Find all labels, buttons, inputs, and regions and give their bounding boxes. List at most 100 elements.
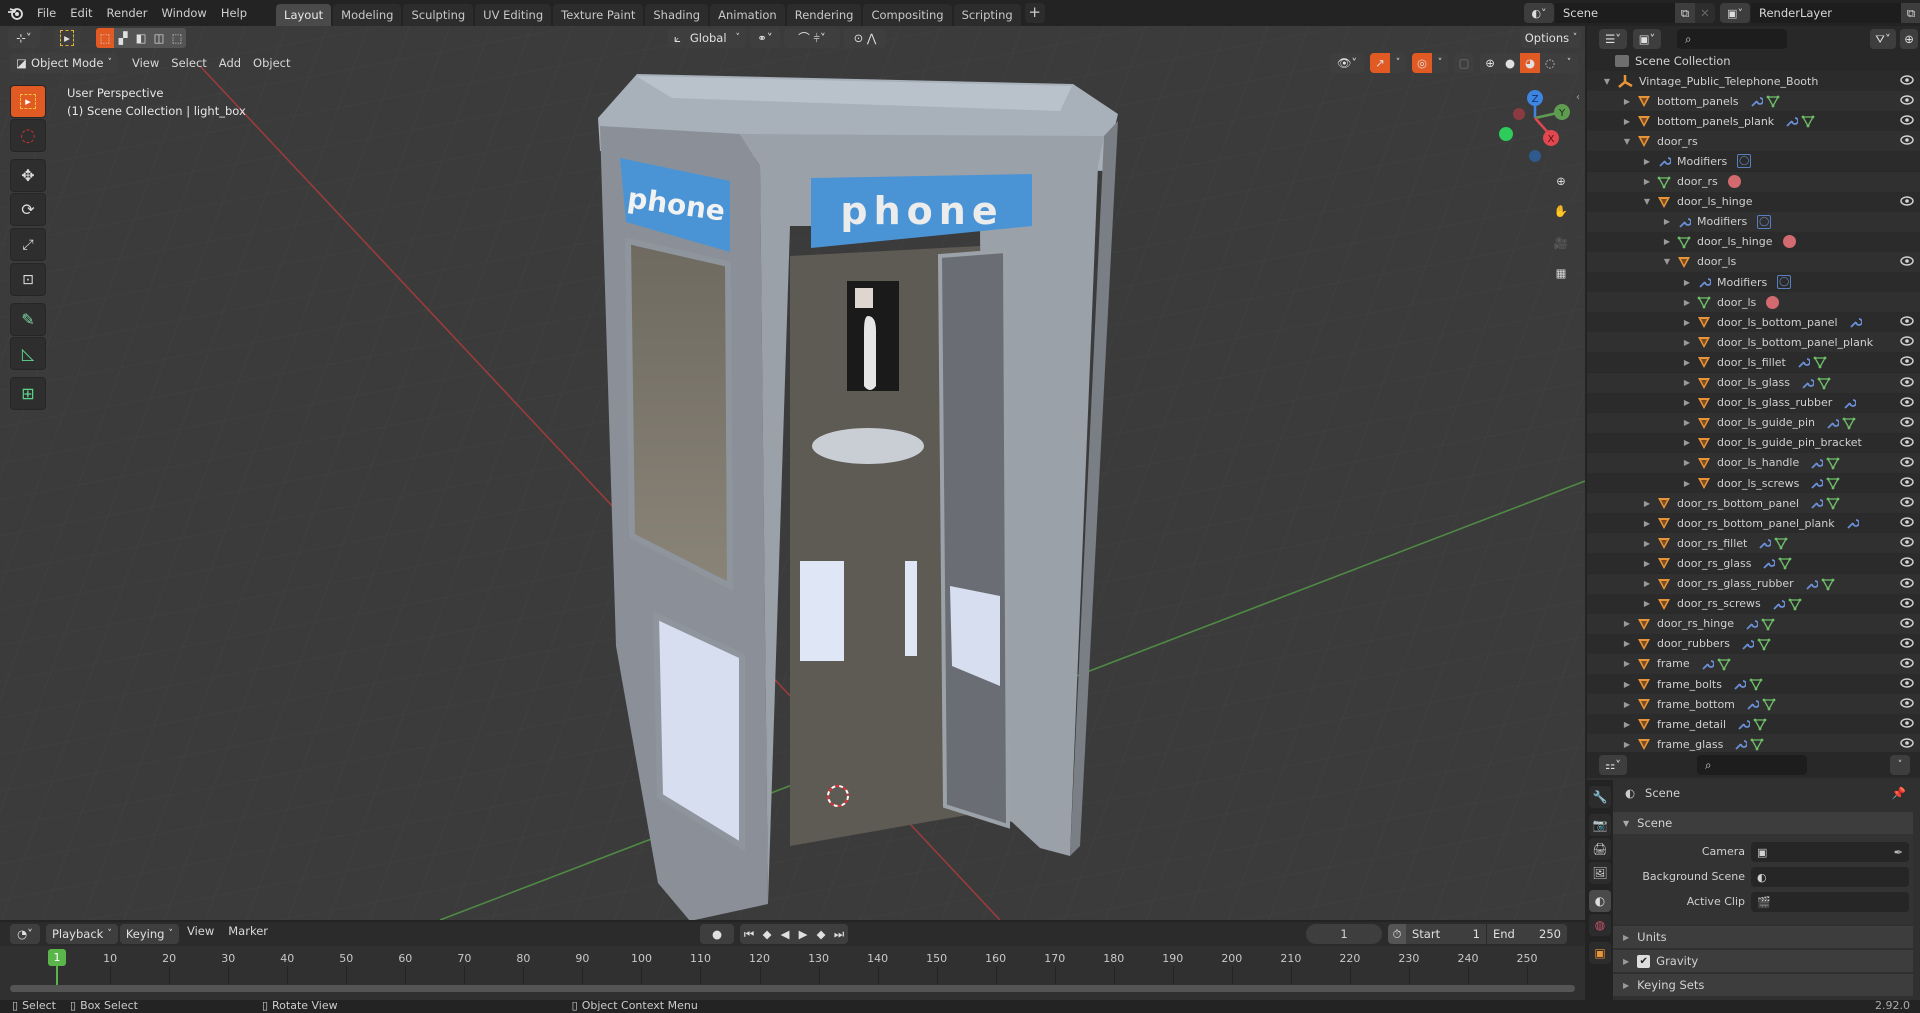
visibility-eye-icon[interactable] (1900, 517, 1914, 529)
outliner-row[interactable]: ▼ door_rs (1587, 131, 1920, 152)
viewport-menu-object[interactable]: Object (247, 56, 296, 70)
shading-dropdown-icon[interactable]: ˅ (1560, 53, 1578, 73)
expand-triangle-icon[interactable]: ▶ (1681, 318, 1693, 327)
filter-view-icon[interactable]: ▣˅ (1633, 29, 1661, 49)
editor-type-icon[interactable]: ⚏˅ (1599, 755, 1627, 775)
expand-triangle-icon[interactable]: ▶ (1621, 680, 1633, 689)
display-mode-icon[interactable]: ☰˅ (1599, 29, 1627, 49)
mesh-data-icon[interactable] (1817, 376, 1831, 390)
modifier-wrench-icon[interactable] (1842, 396, 1857, 410)
play-icon[interactable]: ▶ (794, 924, 812, 944)
telephone-booth-model[interactable]: phone phone (598, 74, 1118, 920)
timeline-menu-keying[interactable]: Keying ˅ (119, 924, 179, 944)
modifier-wrench-icon[interactable] (1733, 737, 1748, 751)
properties-tab-tool[interactable]: 🔧 (1589, 786, 1611, 808)
modifier-wrench-icon[interactable] (1745, 697, 1759, 711)
outliner-row[interactable]: ▶ door_ls_handle (1587, 452, 1920, 473)
modifier-wrench-icon[interactable] (1749, 94, 1763, 108)
visibility-eye-icon[interactable] (1900, 678, 1914, 690)
outliner-row[interactable]: ▶ door_rs_bottom_panel_plank (1587, 513, 1920, 534)
properties-tab-scene[interactable]: ◐ (1589, 890, 1611, 912)
expand-triangle-icon[interactable]: ▶ (1681, 438, 1693, 447)
tab-compositing[interactable]: Compositing (863, 4, 952, 26)
next-keyframe-icon[interactable]: ◆ (812, 924, 830, 944)
solid-shading-icon[interactable]: ● (1500, 53, 1520, 73)
outliner-row[interactable]: ▶ frame (1587, 653, 1920, 674)
start-frame-field[interactable]: Start 1 (1406, 924, 1486, 944)
playhead-frame-badge[interactable]: 1 (48, 949, 66, 966)
visibility-eye-icon[interactable] (1900, 457, 1914, 469)
tool-select-box[interactable]: ▸ (10, 85, 46, 118)
modifier-wrench-icon[interactable] (1736, 717, 1751, 731)
outliner-row[interactable]: ▶ door_ls_screws (1587, 473, 1920, 493)
gizmo-neg-y[interactable] (1499, 127, 1513, 141)
delete-scene-icon[interactable]: ✕ (1695, 3, 1715, 23)
visibility-icon[interactable]: 👁˅ (1330, 53, 1364, 73)
visibility-eye-icon[interactable] (1900, 195, 1914, 208)
rendered-shading-icon[interactable]: ◌ (1540, 53, 1560, 73)
wireframe-shading-icon[interactable]: ⊕ (1480, 53, 1500, 73)
properties-tab-output[interactable]: 🖨 (1589, 838, 1611, 860)
outliner-row[interactable]: ▶ door_rs_glass_rubber (1587, 573, 1920, 594)
expand-triangle-icon[interactable]: ▶ (1621, 639, 1633, 648)
visibility-eye-icon[interactable] (1900, 135, 1914, 147)
new-collection-icon[interactable]: ⊕ (1900, 29, 1918, 49)
modifier-wrench-icon[interactable] (1761, 556, 1776, 570)
select-subtract-icon[interactable]: ◧ (132, 28, 150, 48)
visibility-eye-icon[interactable] (1900, 557, 1914, 569)
tab-animation[interactable]: Animation (710, 4, 785, 26)
outliner-row[interactable]: ▶ frame_bottom (1587, 694, 1920, 715)
visibility-eye-icon[interactable] (1900, 376, 1914, 389)
expand-triangle-icon[interactable]: ▶ (1621, 97, 1633, 106)
expand-triangle-icon[interactable]: ▶ (1641, 579, 1653, 588)
modifier-wrench-icon[interactable] (1845, 516, 1859, 530)
menu-help[interactable]: Help (214, 6, 254, 20)
menu-window[interactable]: Window (154, 6, 213, 20)
viewport-menu-add[interactable]: Add (213, 56, 247, 70)
tab-shading[interactable]: Shading (645, 4, 709, 26)
expand-triangle-icon[interactable]: ▶ (1641, 599, 1653, 608)
proportional-edit-icon[interactable]: ⊙ ⋀ (844, 28, 886, 48)
outliner-row[interactable]: ▶ frame_detail (1587, 714, 1920, 735)
modifier-wrench-icon[interactable] (1809, 496, 1824, 510)
end-frame-field[interactable]: End 250 (1487, 924, 1567, 944)
expand-triangle-icon[interactable]: ▶ (1621, 700, 1633, 709)
properties-tab-object[interactable]: ▣ (1589, 942, 1611, 964)
material-preview-shading-icon[interactable]: ◕ (1520, 53, 1540, 73)
material-icon[interactable] (1782, 235, 1796, 249)
outliner-row[interactable]: ▶ bottom_panels_plank (1587, 111, 1920, 132)
modifier-wrench-icon[interactable] (1825, 416, 1840, 430)
expand-triangle-icon[interactable]: ▶ (1661, 237, 1673, 246)
modifier-wrench-icon[interactable] (1700, 657, 1714, 671)
outliner-row[interactable]: ▶ door_ls_guide_pin_bracket (1587, 432, 1920, 453)
tab-scripting[interactable]: Scripting (953, 4, 1021, 26)
eyedropper-icon[interactable]: ✒ (1894, 846, 1903, 859)
property-field-background-scene[interactable]: ◐ (1751, 867, 1909, 887)
stopwatch-icon[interactable]: ⏱ (1388, 924, 1406, 944)
tab-layout[interactable]: Layout (276, 4, 332, 26)
visibility-eye-icon[interactable] (1900, 416, 1914, 429)
visibility-eye-icon[interactable] (1900, 658, 1914, 670)
new-scene-icon[interactable]: ⧉ (1675, 3, 1695, 23)
tab-texture-paint[interactable]: Texture Paint (553, 4, 644, 26)
select-invert-icon[interactable]: ◫ (150, 28, 168, 48)
outliner-row[interactable]: ▶ door_rs (1587, 171, 1920, 192)
outliner-row[interactable]: ▶ door_ls_hinge (1587, 231, 1920, 252)
new-view-layer-icon[interactable]: ⧉ (1901, 3, 1920, 23)
outliner-row[interactable]: ▶ frame_bolts (1587, 674, 1920, 694)
camera-view-button[interactable]: 🎥 (1547, 229, 1575, 257)
modifier-wrench-icon[interactable] (1732, 677, 1746, 691)
mesh-data-icon[interactable] (1761, 617, 1775, 631)
tool-transform[interactable]: ⊡ (10, 263, 46, 296)
visibility-eye-icon[interactable] (1900, 396, 1914, 409)
snap-icon[interactable]: ⌒ ⫩˅ (784, 28, 840, 48)
subpanel-units[interactable]: ▶ Units (1613, 926, 1913, 948)
outliner-row[interactable]: ▶ door_ls_glass (1587, 372, 1920, 393)
transform-pivot-icon[interactable]: ⊹˅ (8, 28, 40, 48)
visibility-eye-icon[interactable] (1900, 115, 1914, 127)
modifier-badge-icon[interactable]: ◯ (1777, 275, 1792, 289)
visibility-eye-icon[interactable] (1900, 577, 1914, 590)
mesh-data-icon[interactable] (1717, 657, 1731, 671)
modifier-wrench-icon[interactable] (1784, 114, 1799, 128)
properties-search-input[interactable]: ⌕ (1697, 755, 1807, 775)
